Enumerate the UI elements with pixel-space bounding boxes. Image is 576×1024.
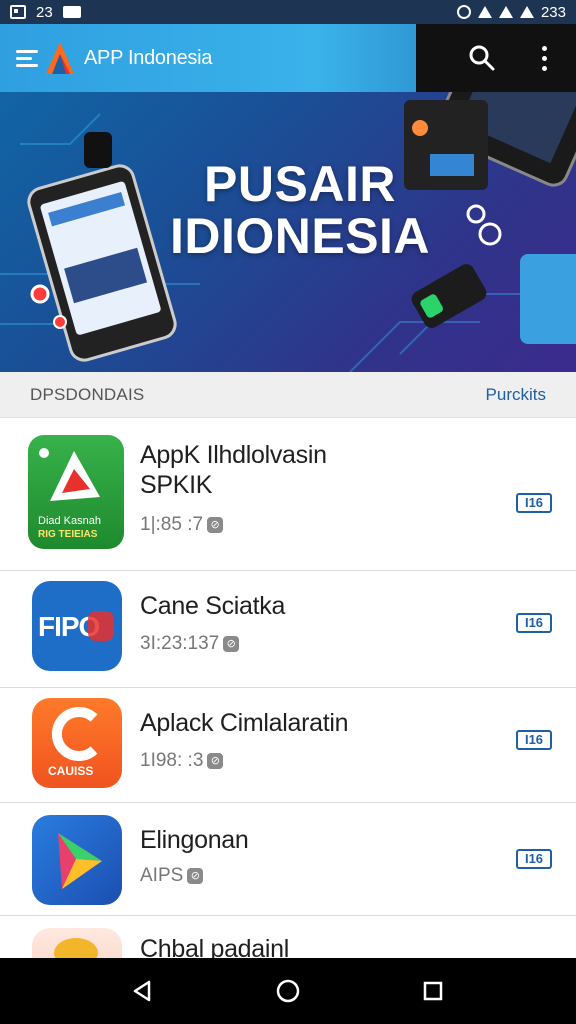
app-logo-icon [46, 42, 74, 74]
list-item[interactable]: CAUISS Aplack Cimlalaratin 1I98: :3 ⊘ I1… [0, 688, 576, 803]
app-meta-text: AIPS [140, 865, 184, 886]
status-time: 23 [36, 3, 53, 21]
rating-badge-icon: ⊘ [223, 636, 240, 652]
app-title: APP Indonesia [84, 46, 213, 69]
app-meta-text: 1I98: :3 [140, 750, 204, 771]
green-play-icon: Diad Kasnah RIG TEIEIAS [28, 435, 124, 549]
mail-icon [62, 6, 81, 18]
app-name: Cane Sciatka [140, 592, 286, 620]
blue-fipo-icon: FIPO [32, 581, 122, 671]
app-meta: 3I:23:137 ⊘ [140, 633, 240, 655]
app-meta-text: 3I:23:137 [140, 633, 220, 654]
hero-title: PUSAIR IDIONESIA [150, 158, 450, 262]
rating-badge-icon: ⊘ [207, 517, 224, 533]
hero-title-line1: PUSAIR [204, 156, 396, 212]
menu-icon[interactable] [16, 49, 38, 67]
app-meta: AIPS ⊘ [140, 865, 204, 887]
section-header: DPSDONDAIS Purckits [0, 372, 576, 418]
back-icon[interactable] [123, 971, 163, 1011]
signal-2-icon [519, 6, 534, 18]
orange-c-icon: CAUISS [32, 698, 122, 788]
install-button[interactable]: I16 [516, 493, 552, 513]
home-icon[interactable] [268, 971, 308, 1011]
hero-title-line2: IDIONESIA [169, 208, 431, 264]
list-item[interactable]: FIPO Cane Sciatka 3I:23:137 ⊘ I16 [0, 571, 576, 688]
app-meta-text: 1|:85 :7 [140, 514, 204, 535]
app-name: AppK Ilhdlolvasin SPKIK [140, 441, 327, 499]
list-item[interactable]: Elingonan AIPS ⊘ I16 [0, 803, 576, 916]
install-button[interactable]: I16 [516, 730, 552, 750]
section-title: DPSDONDAIS [30, 384, 145, 404]
recents-icon[interactable] [413, 971, 453, 1011]
app-name: Aplack Cimlalaratin [140, 709, 349, 737]
app-name: Elingonan [140, 826, 249, 854]
status-right-text: 233 [540, 3, 566, 21]
install-button[interactable]: I16 [516, 849, 552, 869]
list-item[interactable]: Diad Kasnah RIG TEIEIAS AppK Ilhdlolvasi… [0, 418, 576, 571]
overflow-menu-icon[interactable] [532, 42, 556, 74]
rating-badge-icon: ⊘ [187, 868, 204, 884]
navigation-bar [0, 958, 576, 1024]
play-triangle-icon [32, 815, 122, 905]
icon-label-1: Diad Kasnah [38, 515, 101, 527]
install-button[interactable]: I16 [516, 613, 552, 633]
alarm-icon [456, 5, 471, 19]
rating-badge-icon: ⊘ [207, 753, 224, 769]
search-icon[interactable] [466, 42, 498, 74]
notification-icon [10, 5, 26, 19]
app-meta: 1|:85 :7 ⊘ [140, 514, 224, 536]
app-meta: 1I98: :3 ⊘ [140, 750, 224, 772]
hero-banner[interactable]: APP Indonesia PUSAIR IDIONESIA [0, 24, 576, 372]
icon-label: CAUISS [48, 764, 94, 778]
wifi-icon [477, 6, 492, 18]
icon-label-2: RIG TEIEIAS [38, 529, 98, 540]
section-link[interactable]: Purckits [486, 385, 546, 405]
status-bar: 23 233 [0, 0, 576, 24]
app-list: Diad Kasnah RIG TEIEIAS AppK Ilhdlolvasi… [0, 418, 576, 1018]
signal-icon [498, 6, 513, 18]
